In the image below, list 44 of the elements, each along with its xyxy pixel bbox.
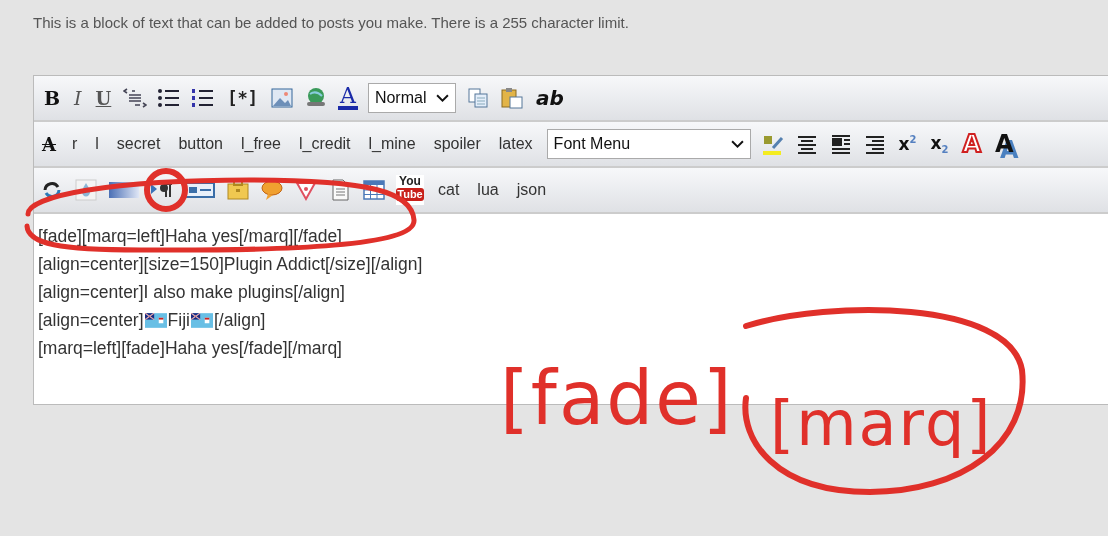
font-select[interactable]: Font Menu	[546, 129, 751, 159]
description-text: This is a block of text that can be added to posts you make. There is a 255 character limit.	[32, 13, 630, 33]
text-line: [align=center][size=150]Plugin Addict[/size][/align]	[38, 253, 423, 275]
tag-button[interactable]: cat	[434, 181, 464, 199]
image-icon[interactable]	[270, 86, 294, 110]
tag-button[interactable]: spoiler	[429, 135, 485, 153]
video-button[interactable]: You Tube	[396, 175, 424, 205]
paste-icon[interactable]	[499, 86, 524, 110]
italic-button[interactable]: I	[72, 87, 84, 109]
bullet-list-icon[interactable]	[157, 86, 182, 110]
tag-button[interactable]: l_mine	[364, 135, 420, 153]
strikethrough-button[interactable]: A	[40, 133, 58, 155]
code-icon[interactable]	[123, 86, 148, 110]
tag-button[interactable]: json	[512, 181, 551, 199]
shadow-text-button[interactable]: A	[993, 132, 1016, 156]
text-line: [fade][marq=left]Haha yes[/marq][/fade]	[38, 225, 342, 247]
numbered-list-icon[interactable]	[191, 86, 216, 110]
text-line: [align=center]	[38, 309, 144, 331]
tag-button[interactable]: l_free	[236, 135, 285, 153]
text-line: [marq=left][fade]Haha yes[/fade][/marq]	[38, 337, 342, 359]
underline-button[interactable]: U	[93, 87, 114, 109]
handwritten-note: [fade]	[500, 358, 734, 438]
tag-button[interactable]: secret	[112, 135, 165, 153]
size-select[interactable]: Normal	[367, 83, 456, 113]
text-line: Fiji	[167, 309, 190, 331]
tag-button[interactable]: l_credit	[294, 135, 355, 153]
font-color-button[interactable]: A	[338, 86, 358, 110]
list-item-button[interactable]: [*]	[225, 88, 260, 108]
tag-button[interactable]: r	[67, 135, 82, 153]
chevron-icon	[435, 93, 449, 103]
tag-button[interactable]: latex	[494, 135, 537, 153]
flag-icon	[144, 312, 167, 328]
bold-button[interactable]: B	[42, 87, 63, 109]
flag-icon	[190, 312, 213, 328]
subscript-button[interactable]: x$_{2}$	[928, 132, 951, 156]
chevron-icon	[730, 139, 744, 149]
text-line: [align=center]I also make plugins[/align]	[38, 281, 345, 303]
tag-button[interactable]: l	[91, 135, 103, 153]
tag-button[interactable]: lua	[473, 181, 503, 199]
superscript-button[interactable]: x$^{2}$	[896, 134, 919, 154]
tag-button[interactable]: button	[174, 135, 227, 153]
handwritten-note: [marq]	[770, 386, 993, 462]
plain-text-button[interactable]: ab	[533, 86, 566, 110]
text-line: [/align]	[213, 309, 266, 331]
